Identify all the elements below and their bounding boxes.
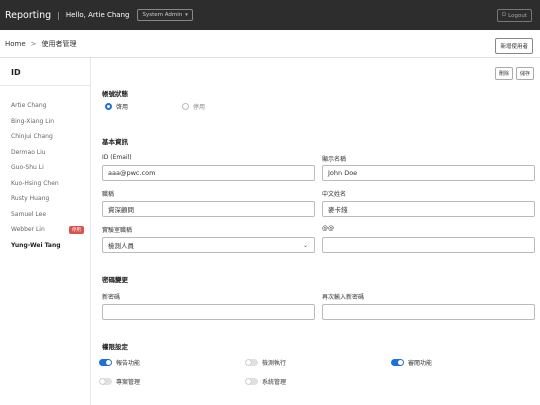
caret-down-icon: ▾: [185, 12, 188, 18]
logout-button[interactable]: ⏻ Logout: [496, 9, 532, 22]
form-actions: 刪除 儲存: [494, 67, 534, 80]
user-list: Artie Chang Bing-Xiang Lin Chinjui Chang…: [0, 86, 90, 253]
lab-role-select[interactable]: 檢測人員 ⌄: [102, 237, 315, 253]
at-field[interactable]: [322, 237, 535, 253]
user-list-item[interactable]: Chinjui Chang: [0, 129, 90, 145]
new-password-field[interactable]: [102, 304, 315, 320]
permission-toggle-project[interactable]: 專案管理: [99, 377, 140, 386]
breadcrumb-current: 使用者管理: [41, 39, 77, 48]
status-disabled-radio[interactable]: 停用: [182, 102, 205, 111]
delete-button[interactable]: 刪除: [494, 67, 513, 80]
logout-label: Logout: [508, 12, 527, 19]
user-list-item[interactable]: Bing-Xiang Lin: [0, 114, 90, 130]
new-user-button[interactable]: 新增使用者: [495, 38, 533, 54]
role-dropdown[interactable]: System Admin ▾: [137, 9, 193, 21]
user-list-item[interactable]: Artie Chang: [0, 98, 90, 114]
toggle-label: 檢測執行: [262, 360, 287, 367]
user-name: Rusty Huang: [11, 195, 50, 203]
chinese-name-label: 中文姓名: [322, 191, 347, 198]
user-detail-form: 刪除 儲存 帳號狀態 啓用 停用 基本資訊 ID (Email) aaa@pwc…: [91, 58, 540, 405]
user-name: Artie Chang: [11, 102, 47, 110]
breadcrumb-home[interactable]: Home: [5, 40, 26, 48]
user-list-item[interactable]: Webber Lin 停用: [0, 222, 90, 238]
confirm-password-label: 再次輸入新密碼: [322, 294, 365, 301]
app-title[interactable]: Reporting: [5, 10, 51, 21]
user-name: Kuo-Hsing Chen: [11, 179, 59, 187]
chevron-down-icon: ⌄: [302, 241, 308, 249]
title-separator: |: [57, 10, 60, 20]
breadcrumb-bar: Home > 使用者管理 新增使用者: [0, 30, 540, 58]
permission-toggle-review[interactable]: 審閱功能: [391, 358, 432, 367]
toggle-on-icon: [99, 359, 112, 366]
radio-unchecked-icon: [182, 103, 190, 110]
lab-role-value: 檢測人員: [108, 242, 134, 250]
toggle-off-icon: [99, 378, 112, 385]
breadcrumb-separator: >: [30, 39, 37, 48]
user-name: Chinjui Chang: [11, 133, 53, 141]
confirm-password-field[interactable]: [322, 304, 535, 320]
radio-checked-icon: [105, 103, 112, 110]
save-button[interactable]: 儲存: [515, 67, 534, 80]
user-list-item[interactable]: Kuo-Hsing Chen: [0, 176, 90, 192]
display-name-value: John Doe: [328, 169, 358, 177]
job-title-label: 職稱: [102, 191, 115, 198]
account-status-radios: 啓用 停用: [105, 102, 205, 111]
disabled-badge: 停用: [69, 225, 84, 234]
toggle-label: 審閱功能: [408, 360, 433, 367]
chinese-name-field[interactable]: 麥卡錢: [322, 201, 535, 217]
new-password-label: 新密碼: [102, 294, 121, 301]
radio-label: 啓用: [116, 104, 129, 111]
job-title-field[interactable]: 資深顧問: [102, 201, 315, 217]
user-name: Webber Lin: [11, 226, 45, 234]
permission-toggle-execute[interactable]: 檢測執行: [245, 358, 286, 367]
chinese-name-value: 麥卡錢: [328, 206, 348, 214]
display-name-label: 顯示名稱: [322, 156, 347, 163]
user-list-item[interactable]: Dermao Liu: [0, 145, 90, 161]
user-name: Yung-Wei Tang: [11, 241, 61, 249]
status-enabled-radio[interactable]: 啓用: [105, 102, 128, 111]
permission-toggle-report[interactable]: 報告功能: [99, 358, 140, 367]
user-list-item[interactable]: Rusty Huang: [0, 191, 90, 207]
permission-toggle-system[interactable]: 系統管理: [245, 377, 286, 386]
role-label: System Admin: [142, 12, 183, 18]
permissions-title: 權限設定: [102, 343, 128, 351]
toggle-on-icon: [391, 359, 404, 366]
account-status-title: 帳號狀態: [102, 90, 128, 98]
user-name: Samuel Lee: [11, 210, 47, 218]
toggle-label: 系統管理: [262, 379, 287, 386]
basic-info-title: 基本資訊: [102, 138, 128, 146]
user-name: Bing-Xiang Lin: [11, 117, 55, 125]
at-label: @@: [322, 225, 334, 232]
lab-role-label: 實驗室職稱: [102, 227, 133, 234]
email-label: ID (Email): [102, 154, 132, 161]
power-icon: ⏻: [501, 12, 507, 18]
user-name: Guo-Shu Li: [11, 164, 44, 172]
display-name-field[interactable]: John Doe: [322, 165, 535, 181]
radio-label: 停用: [193, 104, 206, 111]
top-navbar: Reporting | Hello, Artie Chang System Ad…: [0, 0, 540, 30]
sidebar-header: ID: [0, 58, 90, 86]
user-list-item[interactable]: Samuel Lee: [0, 207, 90, 223]
user-name: Dermao Liu: [11, 148, 46, 156]
user-list-item[interactable]: Guo-Shu Li: [0, 160, 90, 176]
email-field[interactable]: aaa@pwc.com: [102, 165, 315, 181]
email-value: aaa@pwc.com: [108, 169, 156, 177]
user-list-item-selected[interactable]: Yung-Wei Tang: [0, 238, 90, 254]
toggle-label: 報告功能: [116, 360, 141, 367]
toggle-off-icon: [245, 378, 258, 385]
user-sidebar: ID Artie Chang Bing-Xiang Lin Chinjui Ch…: [0, 58, 91, 405]
toggle-label: 專案管理: [116, 379, 141, 386]
job-title-value: 資深顧問: [108, 206, 134, 214]
greeting-text: Hello, Artie Chang: [65, 11, 130, 19]
password-section-title: 密碼變更: [102, 276, 128, 284]
toggle-off-icon: [245, 359, 258, 366]
